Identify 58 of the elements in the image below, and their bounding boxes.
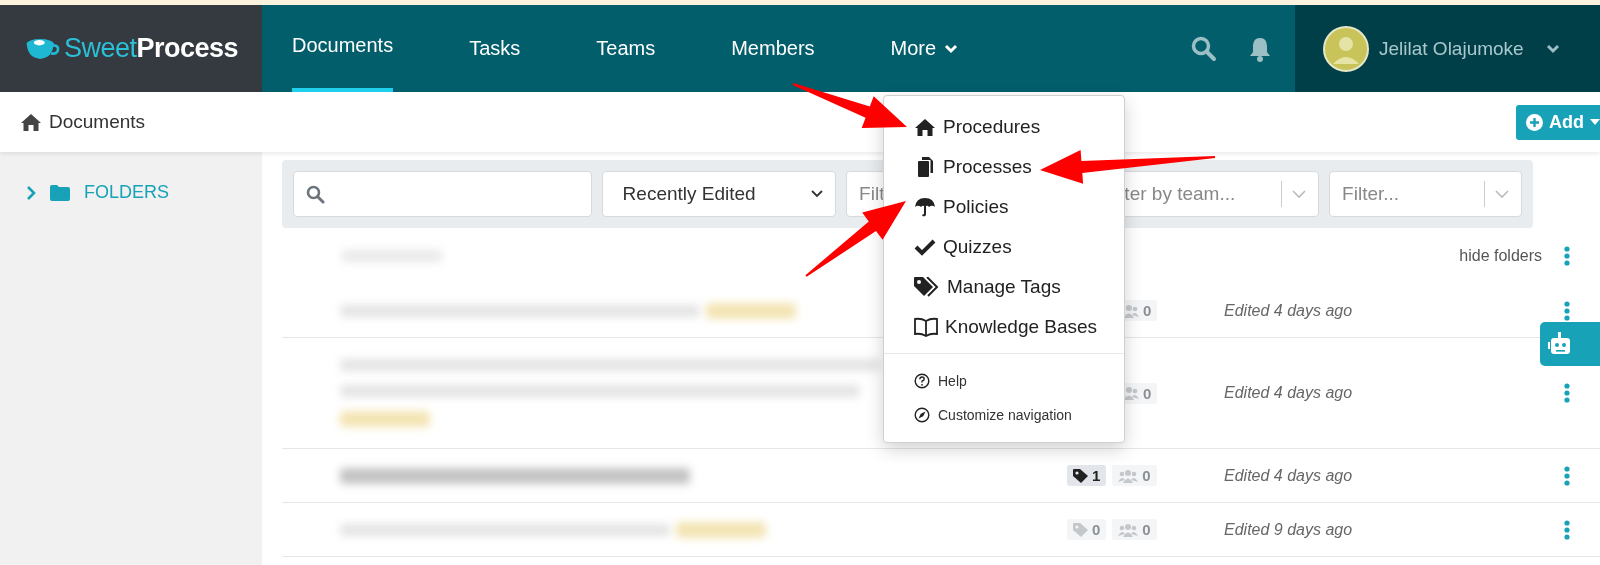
bell-icon[interactable] — [1249, 35, 1271, 62]
edited-time: Edited 4 days ago — [1224, 384, 1354, 402]
edited-time: Edited 9 days ago — [1224, 520, 1354, 539]
menu-item[interactable]: Manage Tags — [914, 267, 1065, 307]
check-icon — [914, 238, 936, 256]
chatbot-tab[interactable] — [1540, 322, 1600, 366]
search-icon[interactable] — [1191, 35, 1217, 62]
tags-icon — [914, 277, 940, 297]
umbrella-icon — [914, 197, 936, 217]
folder-icon — [50, 184, 70, 201]
menu-item[interactable]: Quizzes — [914, 227, 1016, 267]
more-menu-button[interactable]: More — [890, 5, 959, 92]
kebab-icon[interactable] — [1564, 383, 1570, 403]
tag-icon — [1073, 468, 1088, 483]
home-icon — [20, 112, 42, 132]
menu-item[interactable]: Policies — [914, 187, 1013, 227]
menu-item[interactable]: Procedures — [914, 107, 1045, 147]
menu-item[interactable]: Customize navigation — [914, 398, 1076, 432]
help-icon — [914, 373, 930, 389]
kebab-icon[interactable] — [1564, 300, 1570, 321]
compass-icon — [914, 407, 930, 423]
member-count-badge: 0 — [1112, 465, 1157, 486]
chevron-down-icon — [1292, 189, 1307, 199]
menu-item[interactable]: Processes — [914, 147, 1036, 187]
hide-folders-link[interactable]: hide folders — [1459, 247, 1542, 265]
menu-item[interactable]: Help — [914, 364, 971, 398]
chevron-down-icon — [1495, 189, 1509, 199]
edited-time: Edited 4 days ago — [1224, 466, 1354, 485]
tag-icon — [1073, 522, 1088, 537]
search-field[interactable] — [293, 171, 592, 217]
breadcrumb[interactable]: Documents — [49, 111, 146, 133]
user-name[interactable]: Jelilat Olajumoke — [1379, 37, 1524, 60]
robot-icon — [1548, 332, 1570, 356]
member-count-badge: 0 — [1112, 519, 1157, 540]
kebab-icon[interactable] — [1564, 519, 1570, 540]
nav-tab[interactable]: Tasks — [469, 5, 521, 92]
edited-time: Edited 4 days ago — [1224, 301, 1354, 320]
kebab-icon[interactable] — [1564, 465, 1570, 486]
users-icon — [1118, 468, 1139, 483]
nav-tab[interactable]: Teams — [596, 5, 656, 92]
open-book-icon — [914, 317, 938, 337]
chevron-down-icon — [811, 190, 824, 198]
filter-field[interactable]: Filter... — [1329, 171, 1522, 217]
search-icon — [306, 184, 325, 204]
plus-circle-icon — [1526, 113, 1543, 131]
chevron-down-icon — [944, 43, 959, 54]
chevron-down-icon[interactable] — [1545, 43, 1560, 54]
users-icon — [1118, 522, 1139, 537]
tag-count-badge: 0 — [1067, 519, 1107, 540]
avatar-icon[interactable] — [1323, 25, 1369, 72]
select-field[interactable]: Recently Edited — [601, 171, 837, 217]
nav-tab[interactable]: Documents — [292, 5, 394, 92]
caret-icon — [1590, 119, 1600, 125]
kebab-icon[interactable] — [1564, 246, 1570, 266]
menu-item[interactable]: Knowledge Bases — [914, 307, 1102, 347]
tag-count-badge: 1 — [1067, 465, 1107, 486]
nav-tab[interactable]: Members — [731, 5, 815, 92]
home-icon — [914, 117, 936, 137]
